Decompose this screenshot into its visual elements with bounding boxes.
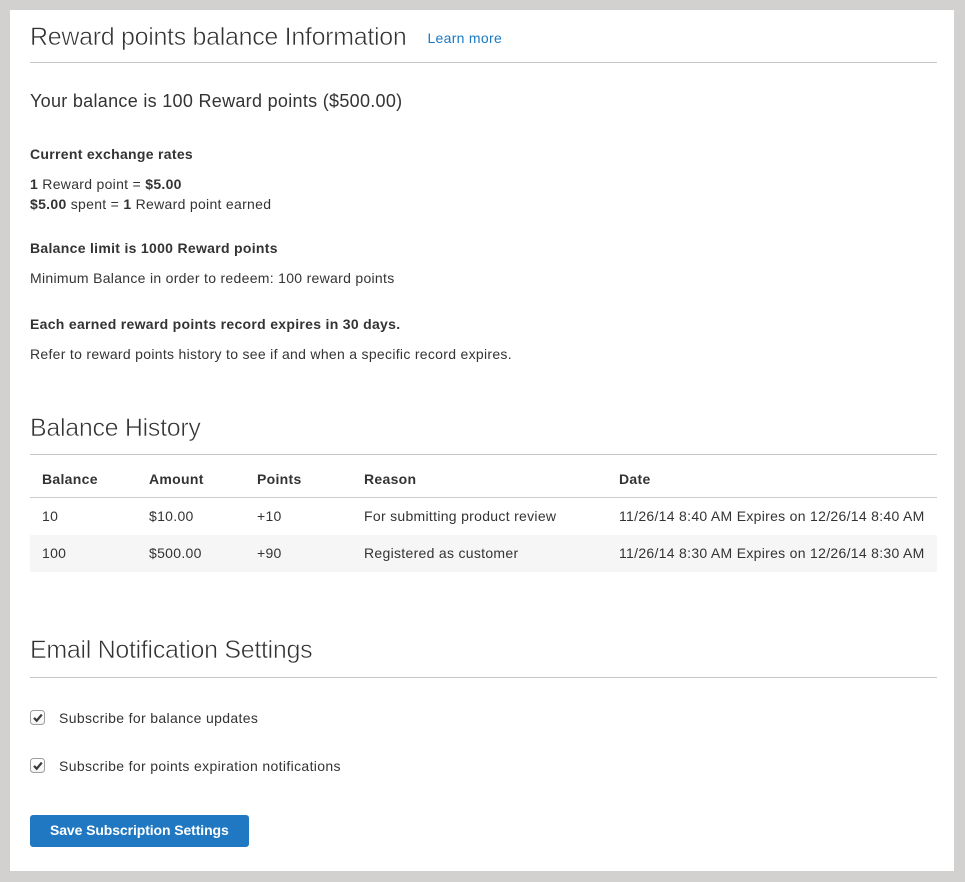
learn-more-link[interactable]: Learn more [427,30,502,46]
cell-reason: For submitting product review [352,498,607,536]
email-settings-title: Email Notification Settings [30,635,937,678]
exchange-rate-value: $5.00 [145,176,182,192]
cell-amount: $500.00 [137,535,245,572]
balance-history-table: Balance Amount Points Reason Date 10 $10… [30,460,937,572]
checkmark-icon [31,759,44,772]
expiration-note: Refer to reward points history to see if… [30,344,937,364]
column-header-balance: Balance [30,460,137,498]
subscribe-balance-row: Subscribe for balance updates [30,710,937,725]
subscribe-balance-label: Subscribe for balance updates [59,711,258,725]
cell-balance: 100 [30,535,137,572]
cell-date: 11/26/14 8:30 AM Expires on 12/26/14 8:3… [607,535,937,572]
column-header-reason: Reason [352,460,607,498]
exchange-rate-value: $5.00 [30,196,67,212]
cell-amount: $10.00 [137,498,245,536]
subscribe-expiration-checkbox[interactable] [30,758,45,773]
exchange-rate-value: 1 [30,176,38,192]
reward-info-card: Reward points balance Information Learn m… [10,10,954,871]
table-header-row: Balance Amount Points Reason Date [30,460,937,498]
minimum-balance: Minimum Balance in order to redeem: 100 … [30,268,937,288]
cell-reason: Registered as customer [352,535,607,572]
table-row: 10 $10.00 +10 For submitting product rev… [30,498,937,536]
save-subscription-button[interactable]: Save Subscription Settings [30,815,249,847]
column-header-amount: Amount [137,460,245,498]
page: { "colors": { "page_background": "#d2d1c… [0,0,965,882]
cell-date: 11/26/14 8:40 AM Expires on 12/26/14 8:4… [607,498,937,536]
balance-limit: Balance limit is 1000 Reward points [30,238,937,258]
page-title: Reward points balance Information [30,23,406,51]
subscribe-expiration-row: Subscribe for points expiration notifica… [30,758,937,773]
page-header: Reward points balance Information Learn m… [30,10,937,63]
balance-history-title: Balance History [30,413,937,455]
column-header-points: Points [245,460,352,498]
subscribe-expiration-label: Subscribe for points expiration notifica… [59,759,341,773]
cell-balance: 10 [30,498,137,536]
expiration-title: Each earned reward points record expires… [30,314,937,334]
exchange-rate-text: spent = [67,196,124,212]
exchange-rate-text: Reward point earned [131,196,271,212]
balance-summary: Your balance is 100 Reward points ($500.… [30,89,937,113]
column-header-date: Date [607,460,937,498]
table-row: 100 $500.00 +90 Registered as customer 1… [30,535,937,572]
cell-points: +90 [245,535,352,572]
exchange-rates-title: Current exchange rates [30,144,937,164]
checkmark-icon [31,711,44,724]
cell-points: +10 [245,498,352,536]
subscribe-balance-checkbox[interactable] [30,710,45,725]
exchange-rates-lines: 1 Reward point = $5.00 $5.00 spent = 1 R… [30,174,937,214]
exchange-rate-text: Reward point = [38,176,145,192]
